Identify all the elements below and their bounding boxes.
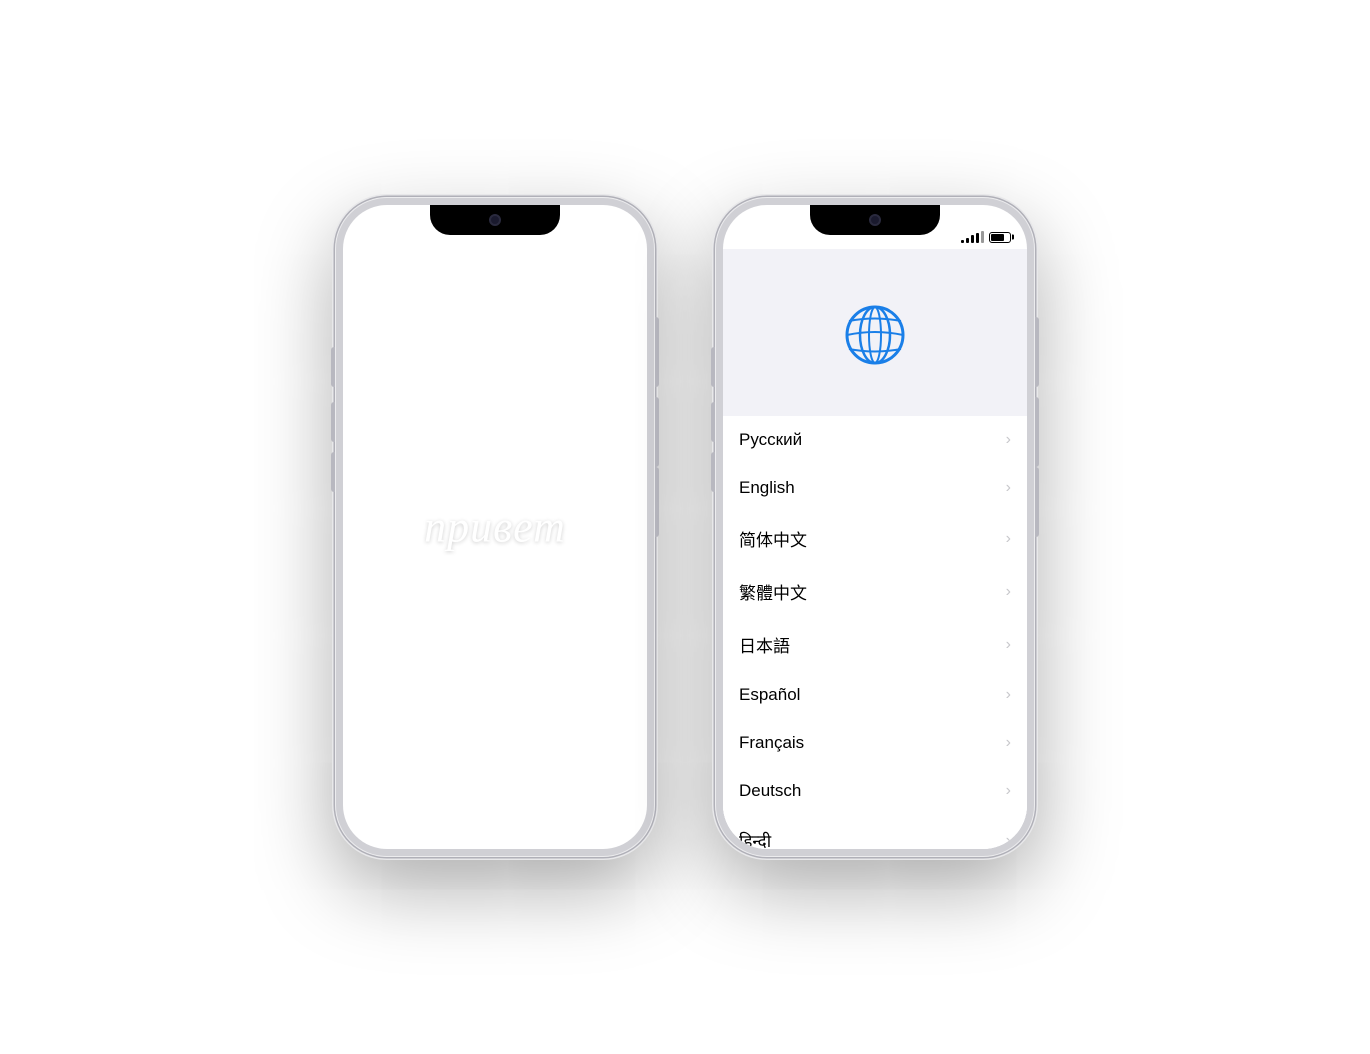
language-card: Русский›English›简体中文›繁體中文›日本語›Español›Fr…	[723, 416, 1027, 849]
language-list: Русский›English›简体中文›繁體中文›日本語›Español›Fr…	[723, 416, 1027, 849]
right-signal	[961, 231, 984, 243]
language-label-japanese: 日本語	[739, 632, 790, 657]
right-camera	[869, 214, 881, 226]
language-item-simplified-chinese[interactable]: 简体中文 ›	[723, 512, 1027, 565]
splash-greeting: привет	[424, 502, 566, 553]
chevron-icon-german: ›	[1006, 782, 1011, 800]
language-item-hindi[interactable]: हिन्दी ›	[723, 815, 1027, 849]
language-item-traditional-chinese[interactable]: 繁體中文 ›	[723, 565, 1027, 618]
rbar3	[971, 235, 974, 243]
language-label-hindi: हिन्दी	[739, 829, 771, 849]
chevron-icon-hindi: ›	[1006, 832, 1011, 850]
language-item-russian[interactable]: Русский ›	[723, 416, 1027, 464]
right-notch	[810, 205, 940, 235]
language-label-traditional-chinese: 繁體中文	[739, 579, 807, 604]
left-notch	[430, 205, 560, 235]
left-phone: привет	[335, 197, 655, 857]
chevron-icon-simplified-chinese: ›	[1006, 530, 1011, 548]
language-item-french[interactable]: Français ›	[723, 719, 1027, 767]
language-screen: Русский›English›简体中文›繁體中文›日本語›Español›Fr…	[723, 249, 1027, 849]
language-label-german: Deutsch	[739, 781, 801, 801]
language-label-spanish: Español	[739, 685, 800, 705]
language-label-simplified-chinese: 简体中文	[739, 526, 807, 551]
left-camera	[489, 214, 501, 226]
bar2	[586, 238, 589, 243]
rbar4	[976, 233, 979, 243]
language-label-russian: Русский	[739, 430, 802, 450]
right-status-icons	[961, 231, 1011, 243]
right-screen: Русский›English›简体中文›繁體中文›日本語›Español›Fr…	[723, 205, 1027, 849]
chevron-icon-french: ›	[1006, 734, 1011, 752]
left-status-icons	[581, 231, 631, 243]
globe-icon	[839, 299, 911, 371]
rbar1	[961, 240, 964, 243]
rbar2	[966, 238, 969, 243]
right-battery-body	[989, 232, 1011, 243]
bar3	[591, 235, 594, 243]
chevron-icon-spanish: ›	[1006, 686, 1011, 704]
left-screen: привет	[343, 205, 647, 849]
left-battery	[609, 232, 631, 243]
bar4	[596, 233, 599, 243]
chevron-icon-russian: ›	[1006, 431, 1011, 449]
language-item-english[interactable]: English ›	[723, 464, 1027, 512]
chevron-icon-english: ›	[1006, 479, 1011, 497]
language-label-french: Français	[739, 733, 804, 753]
bar1	[581, 240, 584, 243]
rbar5	[981, 231, 984, 243]
right-battery-fill	[991, 234, 1004, 241]
right-battery	[989, 232, 1011, 243]
left-signal	[581, 231, 604, 243]
left-battery-fill	[611, 234, 624, 241]
language-item-german[interactable]: Deutsch ›	[723, 767, 1027, 815]
left-battery-body	[609, 232, 631, 243]
chevron-icon-japanese: ›	[1006, 636, 1011, 654]
globe-container	[839, 299, 911, 376]
language-item-japanese[interactable]: 日本語 ›	[723, 618, 1027, 671]
language-label-english: English	[739, 478, 795, 498]
right-phone: Русский›English›简体中文›繁體中文›日本語›Español›Fr…	[715, 197, 1035, 857]
chevron-icon-traditional-chinese: ›	[1006, 583, 1011, 601]
language-item-spanish[interactable]: Español ›	[723, 671, 1027, 719]
bar5	[601, 231, 604, 243]
